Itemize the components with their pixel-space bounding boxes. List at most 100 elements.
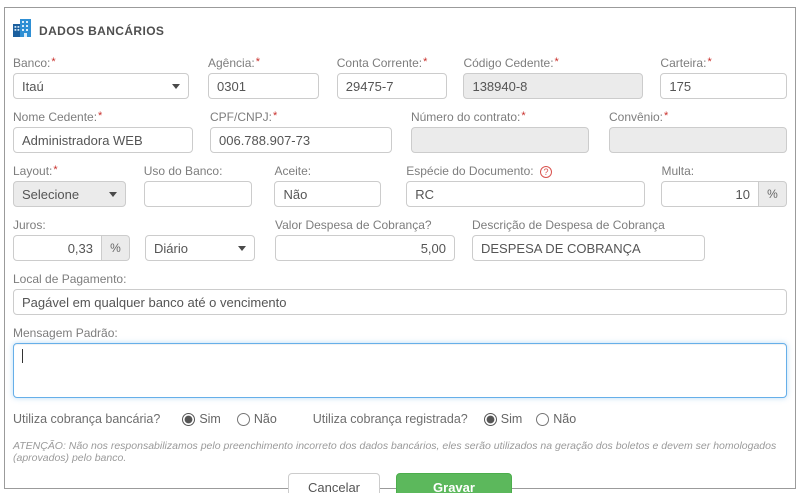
nome-cedente-label: Nome Cedente:* bbox=[13, 110, 193, 124]
juros-periodo-select[interactable]: Diário bbox=[145, 235, 255, 261]
layout-selected-value: Selecione bbox=[22, 187, 79, 202]
panel-title: DADOS BANCÁRIOS bbox=[39, 24, 164, 38]
agencia-input[interactable] bbox=[208, 73, 319, 99]
field-layout: Layout:* Selecione bbox=[13, 164, 126, 207]
required-asterisk: * bbox=[555, 56, 559, 68]
cobranca-bancaria-question: Utiliza cobrança bancária? bbox=[13, 412, 160, 426]
local-pagamento-input[interactable] bbox=[13, 289, 787, 315]
nome-cedente-input[interactable] bbox=[13, 127, 193, 153]
form-row-2: Nome Cedente:* CPF/CNPJ:* Número do cont… bbox=[11, 110, 789, 153]
field-codigo-cedente: Código Cedente:* bbox=[463, 56, 643, 99]
save-button[interactable]: Gravar bbox=[396, 473, 512, 493]
field-agencia: Agência:* bbox=[208, 56, 319, 99]
form-row-1: Banco:* Itaú Agência:* Conta Corrente:* … bbox=[11, 56, 789, 99]
uso-banco-label: Uso do Banco: bbox=[144, 164, 253, 178]
action-buttons: Cancelar Gravar bbox=[11, 473, 789, 493]
conta-corrente-label: Conta Corrente:* bbox=[337, 56, 448, 70]
chevron-down-icon bbox=[238, 246, 246, 251]
cobranca-registrada-question: Utiliza cobrança registrada? bbox=[313, 412, 468, 426]
cpf-cnpj-input[interactable] bbox=[210, 127, 392, 153]
cobranca-registrada-nao-radio[interactable] bbox=[536, 413, 549, 426]
valor-despesa-input[interactable] bbox=[275, 235, 455, 261]
carteira-input[interactable] bbox=[660, 73, 787, 99]
juros-periodo-selected-value: Diário bbox=[154, 241, 188, 256]
juros-input[interactable] bbox=[13, 235, 102, 261]
mensagem-padrao-label: Mensagem Padrão: bbox=[13, 326, 787, 340]
text-cursor bbox=[22, 349, 23, 363]
field-aceite: Aceite: bbox=[274, 164, 381, 207]
percent-addon: % bbox=[759, 181, 787, 207]
field-uso-banco: Uso do Banco: bbox=[144, 164, 253, 207]
cobranca-registrada-sim[interactable]: Sim bbox=[484, 412, 523, 426]
agencia-label: Agência:* bbox=[208, 56, 319, 70]
field-descricao-despesa: Descrição de Despesa de Cobrança bbox=[472, 218, 705, 261]
multa-input[interactable] bbox=[661, 181, 759, 207]
required-asterisk: * bbox=[423, 56, 427, 68]
field-conta-corrente: Conta Corrente:* bbox=[337, 56, 448, 99]
cancel-button[interactable]: Cancelar bbox=[288, 473, 380, 493]
required-asterisk: * bbox=[273, 110, 277, 122]
field-especie-documento: Espécie do Documento: ? bbox=[406, 164, 645, 207]
required-asterisk: * bbox=[256, 56, 260, 68]
field-mensagem-padrao: Mensagem Padrão: bbox=[13, 326, 787, 398]
banco-label: Banco:* bbox=[13, 56, 189, 70]
field-juros-periodo: Diário bbox=[145, 218, 255, 261]
bank-data-panel: DADOS BANCÁRIOS Banco:* Itaú Agência:* C… bbox=[4, 7, 796, 489]
chevron-down-icon bbox=[172, 84, 180, 89]
valor-despesa-label: Valor Despesa de Cobrança? bbox=[275, 218, 455, 232]
numero-contrato-input bbox=[411, 127, 589, 153]
required-asterisk: * bbox=[53, 164, 57, 176]
form-row-5: Local de Pagamento: bbox=[11, 272, 789, 315]
especie-documento-label: Espécie do Documento: ? bbox=[406, 164, 645, 178]
uso-banco-input[interactable] bbox=[144, 181, 253, 207]
percent-addon: % bbox=[102, 235, 130, 261]
convenio-label: Convênio:* bbox=[609, 110, 787, 124]
convenio-input bbox=[609, 127, 787, 153]
field-nome-cedente: Nome Cedente:* bbox=[13, 110, 193, 153]
carteira-label: Carteira:* bbox=[660, 56, 787, 70]
juros-periodo-label bbox=[145, 218, 255, 232]
cpf-cnpj-label: CPF/CNPJ:* bbox=[210, 110, 392, 124]
field-valor-despesa: Valor Despesa de Cobrança? bbox=[275, 218, 455, 261]
field-multa: Multa: % bbox=[661, 164, 787, 207]
multa-input-group: % bbox=[661, 181, 787, 207]
conta-corrente-input[interactable] bbox=[337, 73, 448, 99]
form-row-6: Mensagem Padrão: bbox=[11, 326, 789, 398]
especie-documento-input[interactable] bbox=[406, 181, 645, 207]
cobranca-registrada-sim-radio[interactable] bbox=[484, 413, 497, 426]
cobranca-bancaria-sim-radio[interactable] bbox=[182, 413, 195, 426]
field-convenio: Convênio:* bbox=[609, 110, 787, 153]
required-asterisk: * bbox=[51, 56, 55, 68]
required-asterisk: * bbox=[521, 110, 525, 122]
aceite-input[interactable] bbox=[274, 181, 381, 207]
radio-row: Utiliza cobrança bancária? Sim Não Utili… bbox=[11, 412, 789, 426]
required-asterisk: * bbox=[707, 56, 711, 68]
layout-select[interactable]: Selecione bbox=[13, 181, 126, 207]
field-banco: Banco:* Itaú bbox=[13, 56, 189, 99]
codigo-cedente-input bbox=[463, 73, 643, 99]
field-cpf-cnpj: CPF/CNPJ:* bbox=[210, 110, 392, 153]
form-row-3: Layout:* Selecione Uso do Banco: Aceite:… bbox=[11, 164, 789, 207]
banco-select[interactable]: Itaú bbox=[13, 73, 189, 99]
descricao-despesa-input[interactable] bbox=[472, 235, 705, 261]
descricao-despesa-label: Descrição de Despesa de Cobrança bbox=[472, 218, 705, 232]
numero-contrato-label: Número do contrato:* bbox=[411, 110, 589, 124]
mensagem-padrao-textarea[interactable] bbox=[13, 343, 787, 398]
required-asterisk: * bbox=[98, 110, 102, 122]
field-juros: Juros: % bbox=[13, 218, 130, 261]
buildings-icon bbox=[13, 19, 32, 42]
panel-header: DADOS BANCÁRIOS bbox=[11, 15, 789, 42]
cobranca-registrada-nao[interactable]: Não bbox=[536, 412, 576, 426]
local-pagamento-label: Local de Pagamento: bbox=[13, 272, 787, 286]
field-numero-contrato: Número do contrato:* bbox=[411, 110, 589, 153]
disclaimer-text: ATENÇÃO: Não nos responsabilizamos pelo … bbox=[11, 440, 789, 464]
aceite-label: Aceite: bbox=[274, 164, 381, 178]
cobranca-bancaria-nao-radio[interactable] bbox=[237, 413, 250, 426]
field-carteira: Carteira:* bbox=[660, 56, 787, 99]
layout-label: Layout:* bbox=[13, 164, 126, 178]
cobranca-bancaria-nao[interactable]: Não bbox=[237, 412, 277, 426]
required-asterisk: * bbox=[664, 110, 668, 122]
cobranca-bancaria-sim[interactable]: Sim bbox=[182, 412, 221, 426]
juros-input-group: % bbox=[13, 235, 130, 261]
help-icon[interactable]: ? bbox=[540, 166, 552, 178]
